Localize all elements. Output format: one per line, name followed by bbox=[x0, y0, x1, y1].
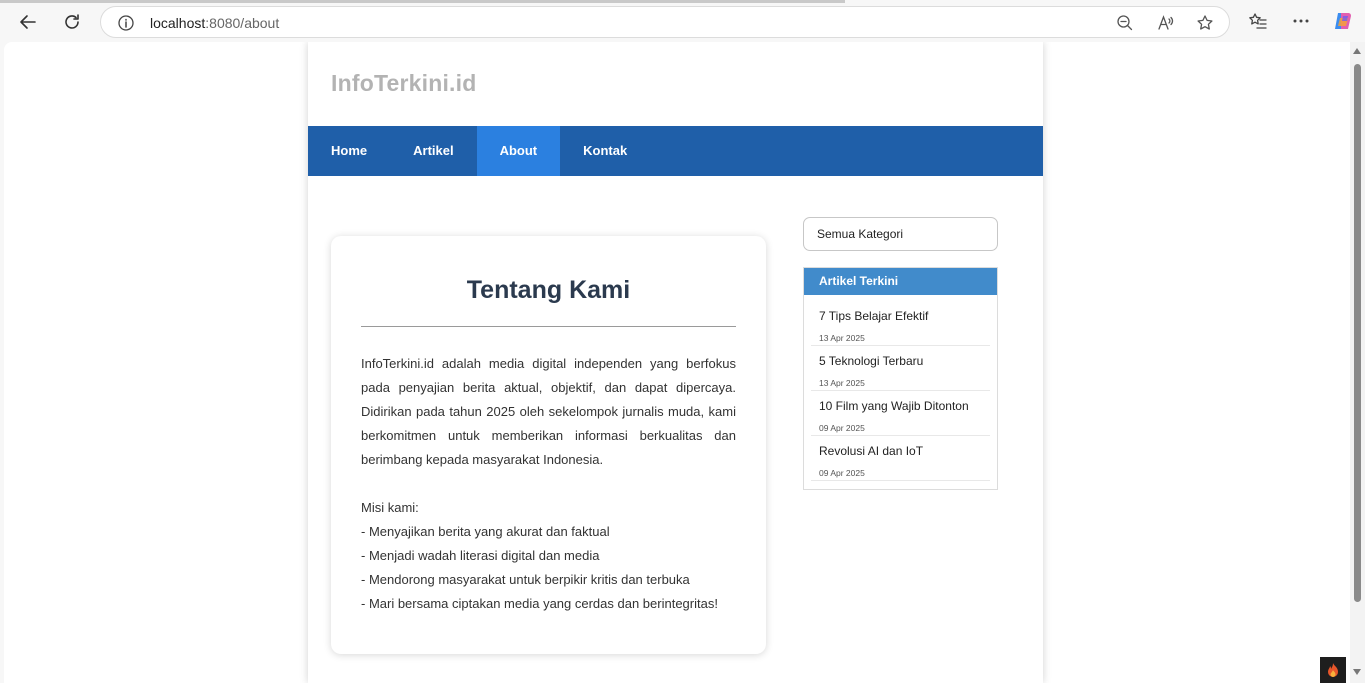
more-options-icon[interactable] bbox=[1290, 10, 1312, 32]
about-card: Tentang Kami InfoTerkini.id adalah media… bbox=[331, 236, 766, 654]
flame-icon bbox=[1328, 663, 1338, 677]
page-container: InfoTerkini.id Home Artikel About Kontak… bbox=[308, 42, 1043, 683]
article-title[interactable]: 7 Tips Belajar Efektif bbox=[819, 309, 982, 323]
back-button[interactable] bbox=[14, 8, 42, 36]
site-logo[interactable]: InfoTerkini.id bbox=[331, 70, 476, 97]
article-date: 09 Apr 2025 bbox=[819, 423, 865, 433]
refresh-icon bbox=[65, 14, 79, 29]
tab-strip-edge bbox=[0, 0, 845, 3]
article-date: 09 Apr 2025 bbox=[819, 468, 865, 478]
article-date: 13 Apr 2025 bbox=[819, 378, 865, 388]
page-title: Tentang Kami bbox=[466, 276, 631, 304]
refresh-button[interactable] bbox=[58, 8, 86, 36]
zoom-out-icon[interactable] bbox=[1115, 13, 1135, 33]
nav-artikel[interactable]: Artikel bbox=[390, 126, 476, 176]
favorite-star-icon[interactable] bbox=[1195, 13, 1215, 33]
arrow-left-icon bbox=[20, 15, 36, 29]
about-paragraph: InfoTerkini.id adalah media digital inde… bbox=[361, 356, 736, 467]
sidebar: Semua Kategori Artikel Terkini 7 Tips Be… bbox=[803, 217, 998, 490]
category-select[interactable]: Semua Kategori bbox=[803, 217, 998, 251]
article-date: 13 Apr 2025 bbox=[819, 333, 865, 343]
url-text[interactable]: localhost:8080/about bbox=[150, 15, 279, 31]
vertical-scrollbar[interactable] bbox=[1350, 42, 1365, 683]
article-title[interactable]: 10 Film yang Wajib Ditonton bbox=[819, 399, 982, 413]
mission-label: Misi kami: bbox=[361, 500, 419, 515]
recent-articles-widget: Artikel Terkini 7 Tips Belajar Efektif 1… bbox=[803, 267, 998, 490]
browser-toolbar: localhost:8080/about bbox=[0, 0, 1365, 42]
scroll-up-arrow-icon[interactable] bbox=[1353, 48, 1361, 54]
scrollbar-thumb[interactable] bbox=[1354, 64, 1361, 602]
info-icon[interactable] bbox=[117, 14, 135, 37]
list-item[interactable]: 5 Teknologi Terbaru 13 Apr 2025 bbox=[811, 346, 990, 391]
debug-toolbar-toggle[interactable] bbox=[1320, 657, 1346, 683]
article-title[interactable]: 5 Teknologi Terbaru bbox=[819, 354, 982, 368]
nav-about[interactable]: About bbox=[476, 126, 561, 176]
article-title[interactable]: Revolusi AI dan IoT bbox=[819, 444, 982, 458]
main-navbar: Home Artikel About Kontak bbox=[308, 126, 1043, 176]
title-divider bbox=[361, 326, 736, 327]
list-item[interactable]: 7 Tips Belajar Efektif 13 Apr 2025 bbox=[811, 301, 990, 346]
mission-item: - Mendorong masyarakat untuk berpikir kr… bbox=[361, 572, 690, 587]
widget-title: Artikel Terkini bbox=[804, 268, 997, 295]
address-bar[interactable]: localhost:8080/about bbox=[100, 6, 1230, 38]
nav-home[interactable]: Home bbox=[308, 126, 390, 176]
mission-list: Misi kami: - Menyajikan berita yang akur… bbox=[361, 496, 736, 616]
copilot-icon[interactable] bbox=[1332, 10, 1354, 32]
nav-kontak[interactable]: Kontak bbox=[560, 126, 650, 176]
mission-item: - Menyajikan berita yang akurat dan fakt… bbox=[361, 524, 610, 539]
browser-viewport: InfoTerkini.id Home Artikel About Kontak… bbox=[4, 42, 1365, 683]
favorites-icon[interactable] bbox=[1247, 10, 1269, 32]
list-item[interactable]: Revolusi AI dan IoT 09 Apr 2025 bbox=[811, 436, 990, 481]
article-list: 7 Tips Belajar Efektif 13 Apr 2025 5 Tek… bbox=[804, 295, 997, 489]
list-item[interactable]: 10 Film yang Wajib Ditonton 09 Apr 2025 bbox=[811, 391, 990, 436]
scroll-down-arrow-icon[interactable] bbox=[1353, 669, 1361, 675]
mission-item: - Mari bersama ciptakan media yang cerda… bbox=[361, 596, 718, 611]
read-aloud-icon[interactable] bbox=[1155, 13, 1175, 33]
mission-item: - Menjadi wadah literasi digital dan med… bbox=[361, 548, 600, 563]
